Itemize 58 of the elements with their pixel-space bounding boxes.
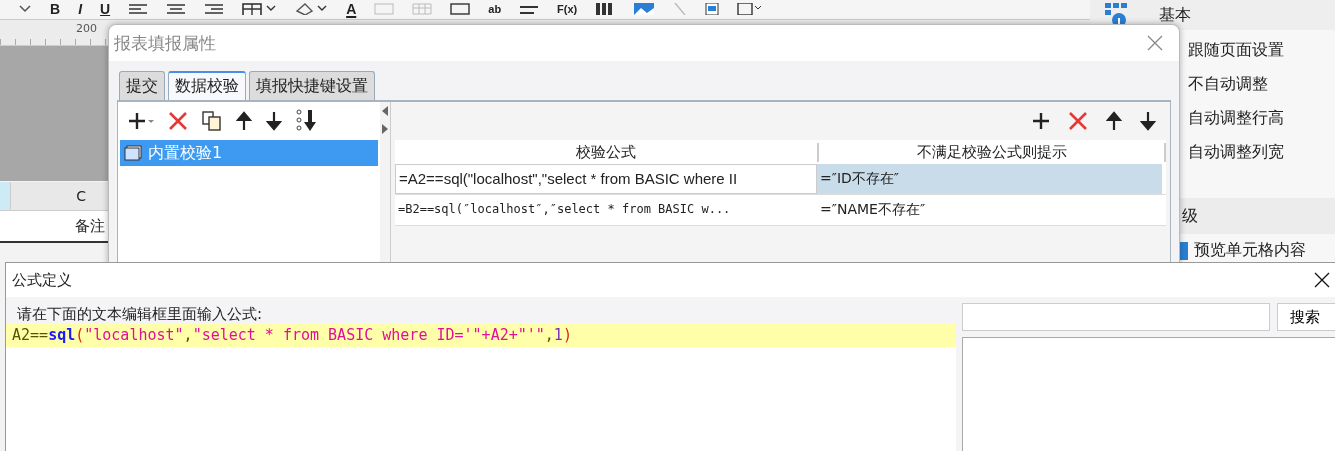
radio-option[interactable]: 跟随页面设置	[1188, 39, 1335, 61]
rule-icon	[124, 145, 142, 161]
text-tool-button[interactable]: ab	[488, 2, 502, 16]
table-row[interactable]: =A2==sql("localhost","select * from BASIC where II =″ID不存在″	[395, 164, 1166, 195]
window-title: 报表填报属性	[114, 31, 216, 55]
close-icon[interactable]	[1314, 272, 1330, 288]
format-button[interactable]: B	[50, 2, 61, 16]
add-icon[interactable]	[1032, 112, 1050, 130]
image-icon[interactable]	[633, 3, 656, 15]
expand-right-icon[interactable]	[382, 124, 389, 134]
border-icon[interactable]	[242, 3, 277, 15]
table-cell[interactable]: =B2==sql(″localhost″,″select * from BASIC w...	[395, 195, 817, 225]
table-cell-text: 备注	[74, 216, 106, 237]
tab[interactable]: 填报快捷键设置	[249, 71, 375, 100]
search-button[interactable]: 搜索	[1277, 303, 1335, 331]
formula-editor[interactable]: A2==sql("localhost","select * from BASIC where ID='"+A2+"'",1)	[6, 323, 956, 451]
tab[interactable]: 数据校验	[168, 71, 246, 100]
column-header: 不满足校验公式则提示	[819, 142, 1166, 162]
lines-icon[interactable]	[519, 3, 540, 15]
fill-color-icon[interactable]	[294, 3, 329, 15]
copy-icon[interactable]	[202, 111, 222, 131]
format-button[interactable]: U	[100, 2, 111, 16]
arrow-down-icon[interactable]	[1140, 111, 1156, 131]
font-color-button[interactable]: A	[346, 2, 357, 16]
align-left-icon[interactable]	[128, 3, 149, 15]
text-box-icon[interactable]	[450, 3, 471, 15]
delete-icon[interactable]	[168, 111, 188, 131]
search-field[interactable]	[962, 303, 1270, 331]
arrow-up-icon[interactable]	[236, 111, 252, 131]
arrow-down-icon[interactable]	[266, 111, 282, 131]
tab[interactable]: 提交	[119, 71, 165, 100]
ruler-mark: 200	[76, 22, 97, 35]
document-icon[interactable]	[705, 3, 720, 15]
prompt-text: 请在下面的文本编辑框里面输入公式:	[16, 304, 264, 323]
align-right-icon[interactable]	[204, 3, 225, 15]
collapse-left-icon[interactable]	[382, 106, 389, 116]
column-header	[0, 182, 10, 210]
table-row[interactable]: =B2==sql(″localhost″,″select * from BASIC w... =″NAME不存在″	[395, 195, 1166, 226]
window-title: 公式定义	[12, 270, 72, 290]
section-title: 基本	[1159, 4, 1191, 26]
align-center-icon[interactable]	[166, 3, 187, 15]
radio-option[interactable]: 不自动调整	[1188, 73, 1335, 95]
column-header: C	[10, 182, 98, 210]
checkbox-label: 预览单元格内容	[1194, 240, 1306, 261]
column-header: 校验公式	[395, 142, 819, 162]
arrow-up-icon[interactable]	[1106, 111, 1122, 131]
table-cell[interactable]: =A2==sql("localhost","select * from BASIC where II	[395, 164, 817, 194]
formula-button[interactable]: F(x)	[557, 2, 578, 16]
table-cell[interactable]: =″ID不存在″	[817, 164, 1162, 194]
table-cell[interactable]: =″NAME不存在″	[817, 195, 1162, 225]
section-title: 级	[1182, 205, 1198, 227]
merge-cells-icon[interactable]	[374, 3, 395, 15]
radio-option[interactable]: 自动调整行高	[1188, 107, 1335, 129]
radio-option[interactable]: 自动调整列宽	[1188, 141, 1335, 163]
format-button[interactable]: I	[78, 2, 82, 16]
add-icon[interactable]	[128, 111, 154, 131]
delete-icon[interactable]	[1068, 111, 1088, 131]
frame-icon[interactable]	[737, 3, 764, 15]
